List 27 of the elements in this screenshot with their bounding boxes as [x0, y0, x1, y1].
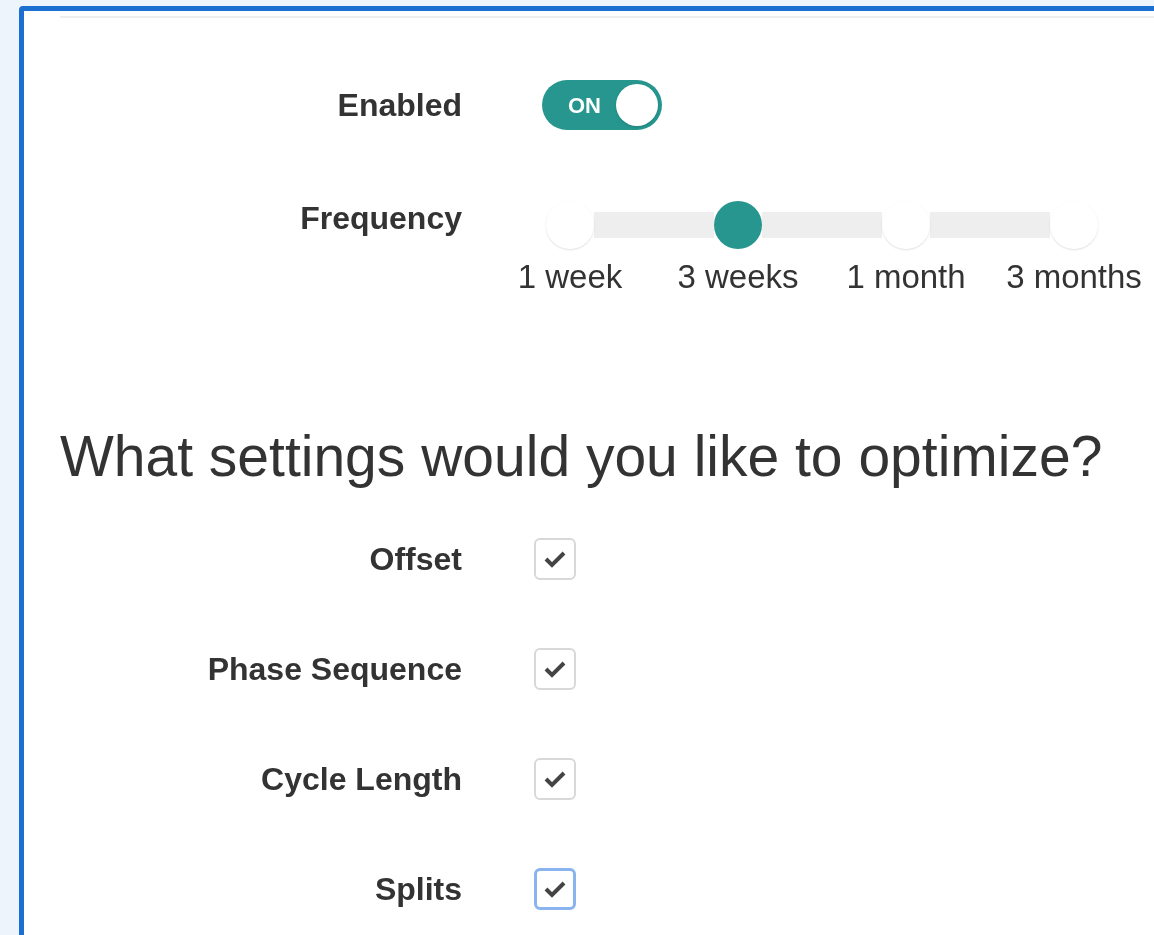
check-icon	[544, 660, 566, 678]
checkbox[interactable]	[534, 538, 576, 580]
field-label: Splits	[373, 870, 462, 909]
field-label: Enabled	[336, 86, 462, 125]
checkbox[interactable]	[534, 758, 576, 800]
slider-track[interactable]	[762, 212, 882, 238]
slider-stop[interactable]	[546, 201, 594, 249]
slider-track[interactable]	[594, 212, 714, 238]
checkbox[interactable]	[534, 868, 576, 910]
field-label: Cycle Length	[260, 760, 462, 799]
check-icon	[544, 770, 566, 788]
check-icon	[544, 880, 566, 898]
toggle-switch[interactable]: ON	[542, 80, 662, 130]
field-label: Phase Sequence	[206, 650, 462, 689]
checkbox[interactable]	[534, 648, 576, 690]
slider-stop[interactable]	[882, 201, 930, 249]
slider-thumb[interactable]	[714, 201, 762, 249]
field-label: Offset	[368, 540, 462, 579]
slider-label: 1 week	[517, 257, 623, 297]
slider-label: 3 months	[1006, 257, 1142, 297]
slider-track[interactable]	[930, 212, 1050, 238]
slider-stop[interactable]	[1050, 201, 1098, 249]
slider-label: 1 month	[846, 257, 966, 297]
field-label: Frequency	[299, 199, 462, 238]
slider-label: 3 weeks	[677, 257, 799, 297]
section-heading: What settings would you like to optimize?	[60, 426, 1103, 486]
check-icon	[544, 550, 566, 568]
